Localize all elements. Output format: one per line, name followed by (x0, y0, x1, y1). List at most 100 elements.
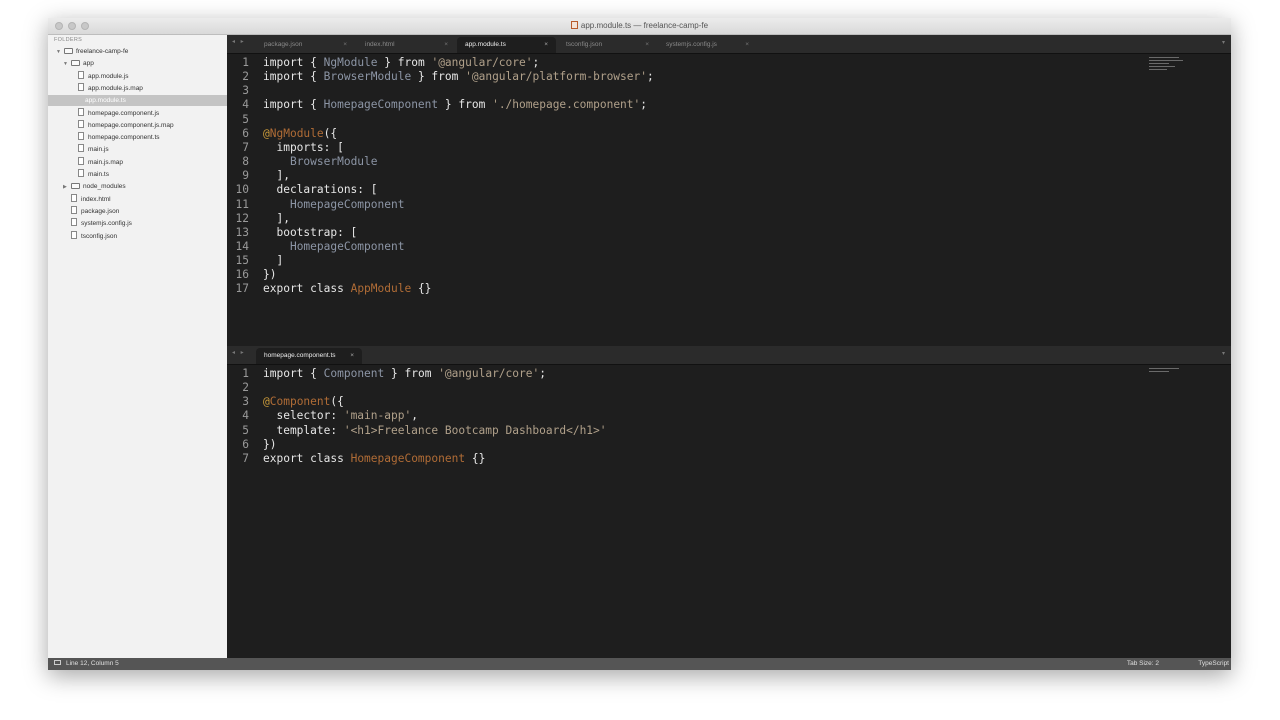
code-token: import (263, 367, 304, 380)
code-token: ], (263, 211, 290, 225)
code-text: @Component({ (263, 395, 344, 409)
code-token: '@angular/core' (438, 367, 540, 380)
code-token: } (377, 56, 398, 69)
sidebar-folder[interactable]: ▼ app (63, 58, 94, 69)
line-number: 1 (242, 367, 249, 380)
file-icon (78, 82, 84, 91)
sidebar-file[interactable]: tsconfig.json (63, 230, 117, 242)
code-text: @NgModule({ (263, 127, 337, 141)
tab-nav-arrows[interactable]: ◂ ▸ (232, 38, 246, 45)
minimap[interactable] (1149, 368, 1185, 390)
code-token: from (431, 70, 459, 84)
code-token: ; (646, 70, 654, 84)
code-token: BrowserModule (289, 155, 378, 169)
sidebar-folder[interactable]: ▼ freelance-camp-fe (56, 46, 128, 57)
disclosure-open-icon[interactable]: ▼ (56, 47, 64, 58)
tab-bar-top: ◂ ▸ ▾ package.json × index.html × app.module… (227, 35, 1231, 54)
sidebar-file[interactable]: homepage.component.js (70, 107, 159, 119)
file-icon (570, 21, 578, 29)
code-text: selector: 'main-app', (263, 409, 417, 423)
tab-size-indicator[interactable]: Tab Size: 2 (1127, 658, 1159, 670)
tree-item-label: main.js.map (88, 158, 124, 166)
file-icon (78, 144, 84, 153)
line-number: 6 (242, 437, 249, 451)
sidebar-folder[interactable]: ▶ node_modules (63, 181, 126, 192)
line-number: 4 (242, 409, 249, 423)
syntax-indicator[interactable]: TypeScript (1198, 658, 1229, 670)
code-token: export class (263, 451, 344, 465)
code-token: AppModule (350, 282, 412, 296)
code-text: ] (263, 254, 283, 268)
sidebar-file[interactable]: homepage.component.js.map (70, 119, 174, 131)
code-text: }) (263, 268, 276, 282)
code-text: BrowserModule (263, 155, 378, 169)
code-token: ({ (330, 395, 344, 409)
sidebar-file[interactable]: main.js.map (70, 156, 124, 168)
sidebar-file[interactable]: app.module.js (70, 70, 128, 82)
tree-item-label: homepage.component.ts (88, 134, 160, 142)
sidebar-file[interactable]: systemjs.config.js (63, 218, 132, 229)
disclosure-closed-icon[interactable]: ▶ (63, 182, 71, 193)
line-number: 15 (235, 254, 249, 268)
sidebar-file[interactable]: homepage.component.ts (70, 132, 160, 143)
code-token: bootstrap: [ (263, 225, 358, 239)
panel-toggle-icon[interactable] (54, 660, 61, 665)
close-icon[interactable]: × (745, 37, 749, 53)
tab-systemjs-config-js[interactable]: systemjs.config.js × (658, 37, 757, 53)
close-icon[interactable]: × (350, 348, 354, 364)
editor-pane-top[interactable]: 1 import { NgModule } from '@angular/core… (227, 54, 1231, 346)
sidebar-file[interactable]: index.html (63, 193, 111, 205)
line-number: 7 (242, 140, 249, 154)
code-token: from (404, 367, 432, 380)
close-icon[interactable]: × (343, 37, 347, 53)
line-number: 2 (242, 70, 249, 84)
code-token: imports: [ (263, 140, 344, 154)
tab-dropdown-icon[interactable]: ▾ (1222, 350, 1225, 357)
code-token: } (384, 367, 405, 380)
tab-package-json[interactable]: package.json × (256, 37, 355, 53)
tree-item-label: main.ts (88, 171, 109, 178)
code-token: { (303, 56, 324, 69)
code-token: import (263, 98, 304, 112)
editor-window: app.module.ts — freelance-camp-fe FOLDER… (48, 18, 1231, 670)
code-token: from (397, 56, 425, 69)
tree-item-label: index.html (81, 195, 111, 203)
close-icon[interactable]: × (645, 37, 649, 53)
code-text: HomepageComponent (263, 240, 405, 254)
tab-homepage-component-ts[interactable]: homepage.component.ts × (256, 348, 362, 364)
tab-label: tsconfig.json (566, 41, 603, 48)
code-text: template: '<h1>Freelance Bootcamp Dashbo… (263, 424, 606, 438)
code-token: from (458, 98, 486, 112)
editor-pane-bottom[interactable]: 1 import { Component } from '@angular/cor… (227, 365, 1231, 658)
tab-bar-bottom: ◂ ▸ ▾ homepage.component.ts × (227, 346, 1231, 365)
tab-tsconfig-json[interactable]: tsconfig.json × (558, 37, 657, 53)
tab-index-html[interactable]: index.html × (357, 37, 456, 53)
cursor-position[interactable]: Line 12, Column 5 (54, 658, 119, 670)
code-token: '@angular/core' (431, 56, 533, 69)
minimap[interactable] (1149, 57, 1185, 79)
code-text: imports: [ (263, 140, 344, 155)
tab-dropdown-icon[interactable]: ▾ (1222, 39, 1225, 46)
tree-item-label: systemjs.config.js (81, 220, 132, 228)
disclosure-open-icon[interactable]: ▼ (63, 59, 71, 70)
tab-app-module-ts[interactable]: app.module.ts × (457, 37, 556, 53)
sidebar: FOLDERS ▼ freelance-camp-fe ▼ app app.module… (48, 35, 264, 658)
close-icon[interactable]: × (444, 37, 448, 53)
sidebar-file[interactable]: main.js (70, 144, 109, 155)
sidebar-file[interactable]: main.ts (70, 169, 109, 180)
code-token: './homepage.component' (492, 98, 641, 112)
code-token: } (411, 70, 432, 84)
close-icon[interactable]: × (544, 37, 548, 53)
code-token: Component (269, 395, 331, 409)
sidebar-file[interactable]: package.json (63, 205, 119, 217)
folder-icon (71, 60, 80, 67)
code-token: declarations: [ (263, 183, 378, 197)
tree-item-label: homepage.component.js.map (88, 121, 174, 129)
tab-nav-arrows[interactable]: ◂ ▸ (232, 349, 246, 356)
window-title: app.module.ts — freelance-camp-fe (48, 20, 1231, 32)
sidebar-file[interactable]: app.module.js.map (70, 82, 143, 94)
status-bar: Line 12, Column 5 Tab Size: 2 TypeScript (48, 658, 1231, 670)
